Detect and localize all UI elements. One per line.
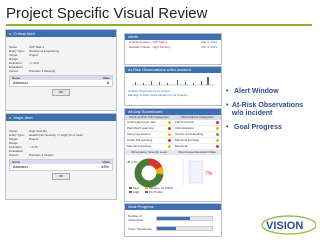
title-divider bbox=[6, 24, 312, 26]
field-row: Evaluation Period: Previous 1 Week(s) bbox=[9, 65, 56, 73]
bullet-item: • At-Risk Observations w/o incident bbox=[226, 102, 304, 117]
ok-button[interactable]: OK bbox=[52, 173, 70, 180]
donut-label: 48 (7%) bbox=[127, 160, 138, 164]
alert-icon: ■ bbox=[9, 115, 12, 120]
atrisk-timeline bbox=[131, 77, 215, 86]
field-row: Range Definition: > 0.20 bbox=[9, 141, 38, 149]
severity-donut: 48 (7%) 21 (89%) Med Medium High PC Prof… bbox=[127, 158, 213, 194]
goal-progress-bar bbox=[156, 226, 213, 231]
donut-label: 21 (89%) bbox=[161, 186, 173, 190]
svg-text:VISION: VISION bbox=[266, 220, 303, 232]
major-alert-header: ■ Major Alert bbox=[6, 114, 116, 121]
tab-resolution[interactable]: Open Issue Resolution Rate bbox=[173, 150, 221, 155]
goal-panel: Goal Progress Number of Inspections Tree… bbox=[124, 203, 222, 237]
goal-header: Goal Progress bbox=[125, 204, 221, 210]
field-row: Evaluation Period: Previous 1 Year(s) bbox=[9, 149, 54, 157]
percent-value: 7% bbox=[205, 171, 213, 177]
alerts-panel: Alerts Critical Number - JCP Task 1 Mar 9… bbox=[124, 33, 222, 65]
vision-logo: VISION bbox=[256, 213, 317, 237]
vision-logo-mark: VISION bbox=[261, 215, 317, 235]
critical-alert-panel: ■ Critical Alert Name: JCP Task 1 Entity … bbox=[5, 29, 117, 111]
scoreboard-panel: All Day Scoreboard Work-At-Risk Sub-Cate… bbox=[124, 108, 222, 202]
ok-button[interactable]: OK bbox=[52, 89, 70, 96]
field-row: Range Definition: >= 20.0 bbox=[9, 57, 40, 65]
alert-icon: ■ bbox=[9, 31, 12, 36]
critical-value-table: Name Value Atonsun 8 bbox=[9, 75, 113, 87]
critical-alert-title: Critical Alert bbox=[13, 31, 35, 36]
table-row[interactable]: Atonsun 8 bbox=[10, 80, 112, 86]
scoreboard-tabs: Observation Severity Level Open Issue Re… bbox=[125, 150, 221, 155]
critical-alert-header: ■ Critical Alert bbox=[6, 30, 116, 37]
legend-item: PC Profile bbox=[149, 190, 163, 194]
goal-row-label: Number of Inspections bbox=[128, 214, 144, 222]
bullet-item: • Alert Window bbox=[226, 88, 279, 95]
legend-item: High bbox=[133, 190, 140, 194]
major-value-table: Name Value Atonsun 43% bbox=[9, 159, 113, 171]
goal-progress-bar bbox=[156, 215, 213, 221]
atrisk-link[interactable]: Manage At-Risk Observations for All Proj… bbox=[125, 93, 221, 97]
major-alert-panel: ■ Major Alert Name: High Severity Entity … bbox=[5, 113, 117, 200]
atrisk-panel: At-Risk Observations w/No Incident At-Ri… bbox=[124, 66, 222, 106]
major-alert-title: Major Alert bbox=[13, 115, 33, 120]
goal-row-label: Trees Timesheets bbox=[128, 226, 152, 231]
tab-severity[interactable]: Observation Severity Level bbox=[125, 150, 173, 155]
bullet-item: • Goal Progress bbox=[226, 124, 282, 131]
alert-item[interactable]: Deviation Week - High Severity Mar 9, 201… bbox=[125, 45, 221, 50]
table-row[interactable]: Atonsun 43% bbox=[10, 164, 112, 170]
feature-bullets: • Alert Window • At-Risk Observations w/o … bbox=[226, 88, 316, 138]
page-title: Project Specific Visual Review bbox=[6, 5, 208, 22]
